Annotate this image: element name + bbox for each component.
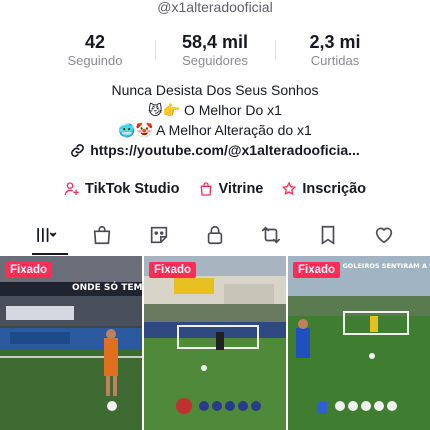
- bio-line-2: 😼👉 O Melhor Do x1: [0, 100, 430, 120]
- star-plus-icon: [282, 181, 297, 196]
- repost-icon: [262, 226, 281, 244]
- video-thumbnail-image: ONDE SÓ TEM CRA · VAI SE CRIA: [0, 256, 142, 430]
- tab-liked[interactable]: [370, 221, 398, 249]
- video-thumbnail[interactable]: ONDE SÓ TEM CRA · VAI SE CRIA Fixado: [0, 256, 142, 430]
- vitrine-label: Vitrine: [218, 181, 264, 197]
- likes-count: 2,3 mi: [309, 32, 361, 52]
- username: @x1alteradooficial: [157, 0, 273, 15]
- bookmark-icon: [321, 225, 334, 245]
- bio-line-3: 🥶🤡 A Melhor Alteração do x1: [0, 120, 430, 140]
- grid-videos-icon: [37, 227, 57, 243]
- bio-line-3-emoji: 🥶🤡: [118, 123, 154, 139]
- shopping-bag-icon: [94, 225, 111, 245]
- pinned-badge: Fixado: [149, 262, 197, 278]
- tab-stickers[interactable]: [145, 221, 173, 249]
- sticker-icon: [150, 226, 167, 244]
- tab-private[interactable]: [201, 221, 229, 249]
- video-thumbnail[interactable]: Fixado: [144, 256, 286, 430]
- tab-shop[interactable]: [88, 221, 116, 249]
- video-overlay-text: OS GOLEIROS SENTIRAM A PRESSÃO DO 5º PÊN…: [330, 261, 430, 270]
- bio: Nunca Desista Dos Seus Sonhos 😼👉 O Melho…: [0, 80, 430, 160]
- lock-icon: [207, 225, 223, 245]
- following-stat[interactable]: 42 Seguindo: [35, 32, 155, 72]
- video-thumbnail-image: OS GOLEIROS SENTIRAM A PRESSÃO DO 5º PÊN…: [288, 256, 430, 430]
- vitrine-button[interactable]: Vitrine: [198, 178, 264, 200]
- bio-link-row: https://youtube.com/@x1alteradooficia...: [0, 140, 430, 160]
- bio-line-2-text: O Melhor Do x1: [183, 102, 282, 118]
- profile-tabs: [0, 218, 430, 255]
- video-overlay-text: ONDE SÓ TEM CRA · VAI SE CRIA: [72, 281, 142, 293]
- bio-line-2-emoji: 😼👉: [148, 103, 181, 119]
- video-thumbnail-image: [144, 256, 286, 430]
- tab-favorites[interactable]: [314, 221, 342, 249]
- inscricao-button[interactable]: Inscrição: [281, 178, 366, 200]
- video-grid: ONDE SÓ TEM CRA · VAI SE CRIA Fixado Fix…: [0, 256, 430, 430]
- following-label: Seguindo: [67, 53, 123, 68]
- bio-link[interactable]: https://youtube.com/@x1alteradooficia...: [70, 140, 360, 160]
- bio-line-1: Nunca Desista Dos Seus Sonhos: [111, 82, 319, 98]
- likes-label: Curtidas: [310, 53, 360, 68]
- pinned-badge: Fixado: [293, 262, 341, 278]
- following-count: 42: [84, 32, 106, 52]
- heart-icon: [375, 227, 392, 244]
- tab-reposts[interactable]: [257, 221, 285, 249]
- person-plus-icon: [64, 182, 79, 196]
- tab-videos[interactable]: [32, 221, 69, 255]
- followers-stat[interactable]: 58,4 mil Seguidores: [155, 32, 275, 72]
- likes-stat[interactable]: 2,3 mi Curtidas: [275, 32, 395, 72]
- inscricao-label: Inscrição: [302, 181, 367, 197]
- shopping-bag-icon: [200, 182, 211, 196]
- profile-stats: 42 Seguindo 58,4 mil Seguidores 2,3 mi C…: [0, 32, 430, 72]
- link-icon: [71, 143, 85, 157]
- followers-count: 58,4 mil: [181, 32, 249, 52]
- tiktok-studio-label: TikTok Studio: [84, 181, 180, 197]
- followers-label: Seguidores: [182, 53, 248, 68]
- video-thumbnail[interactable]: OS GOLEIROS SENTIRAM A PRESSÃO DO 5º PÊN…: [288, 256, 430, 430]
- bio-link-text: https://youtube.com/@x1alteradooficia...: [90, 142, 360, 158]
- profile-actions: TikTok Studio Vitrine Inscrição: [0, 178, 430, 200]
- pinned-badge: Fixado: [5, 262, 53, 278]
- tiktok-studio-button[interactable]: TikTok Studio: [64, 178, 180, 200]
- bio-line-3-text: A Melhor Alteração do x1: [156, 122, 312, 138]
